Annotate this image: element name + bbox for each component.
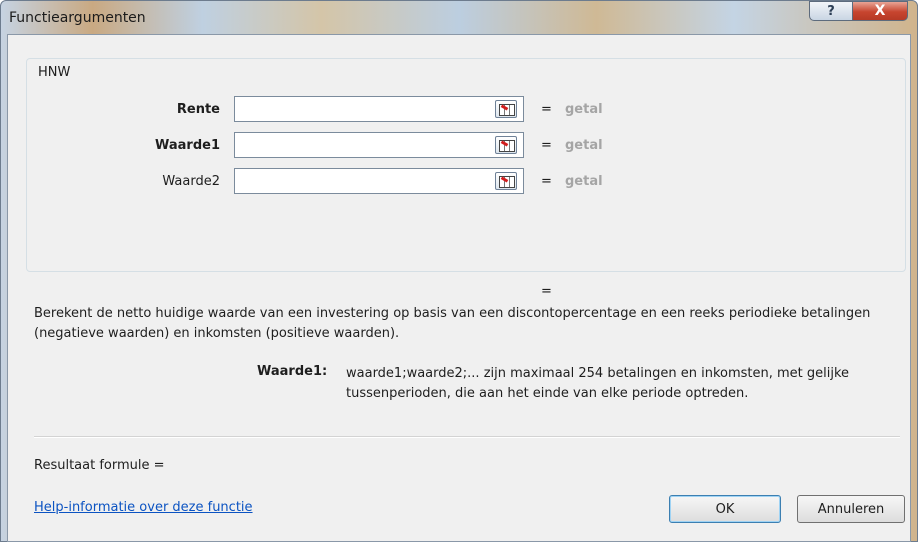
close-button[interactable]: X xyxy=(852,1,908,21)
function-name: HNW xyxy=(36,65,73,80)
formula-result-label: Resultaat formule = xyxy=(34,458,165,473)
waarde1-range-select-button[interactable] xyxy=(495,136,517,154)
title-bar[interactable]: Functieargumenten ? X xyxy=(1,1,917,35)
ok-button[interactable]: OK xyxy=(669,495,781,523)
rente-input[interactable] xyxy=(234,96,524,122)
cancel-button[interactable]: Annuleren xyxy=(797,495,905,523)
waarde2-range-select-button[interactable] xyxy=(495,172,517,190)
argument-label-rente: Rente xyxy=(176,102,220,117)
close-icon: X xyxy=(874,3,886,19)
waarde2-input[interactable] xyxy=(234,168,524,194)
divider xyxy=(34,436,900,438)
rente-type-hint: getal xyxy=(565,102,603,117)
help-icon: ? xyxy=(827,3,835,19)
waarde1-equals: = xyxy=(541,138,552,153)
waarde1-type-hint: getal xyxy=(565,138,603,153)
argument-help-label: Waarde1: xyxy=(257,364,328,379)
function-description: Berekent de netto huidige waarde van een… xyxy=(34,306,871,341)
argument-help-text: waarde1;waarde2;... zijn maximaal 254 be… xyxy=(346,366,850,401)
help-link[interactable]: Help-informatie over deze functie xyxy=(34,500,253,515)
waarde2-equals: = xyxy=(541,174,552,189)
function-arguments-group xyxy=(26,58,906,272)
rente-equals: = xyxy=(541,102,552,117)
rente-range-select-button[interactable] xyxy=(495,100,517,118)
waarde1-input[interactable] xyxy=(234,132,524,158)
function-result-equals: = xyxy=(541,284,552,299)
dialog-title: Functieargumenten xyxy=(9,10,146,26)
help-button[interactable]: ? xyxy=(809,1,853,21)
argument-label-waarde1: Waarde1 xyxy=(155,138,220,153)
waarde2-type-hint: getal xyxy=(565,174,603,189)
argument-label-waarde2: Waarde2 xyxy=(162,174,220,189)
